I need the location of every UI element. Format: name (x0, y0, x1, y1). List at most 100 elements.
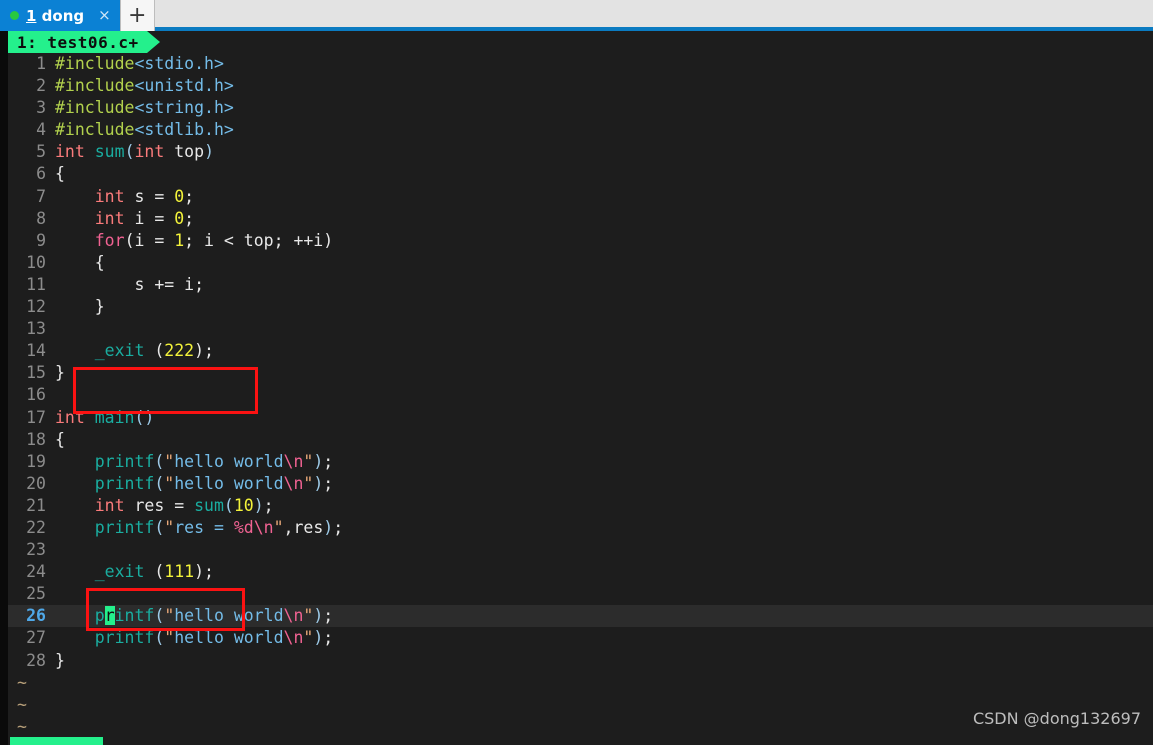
code-token: } (55, 650, 65, 670)
code-token: ; (184, 208, 195, 228)
code-line[interactable]: 21 int res = sum(10); (8, 495, 1153, 517)
code-text: printf("res = %d\n",res); (55, 517, 1153, 539)
code-line[interactable]: 20 printf("hello world\n"); (8, 473, 1153, 495)
code-line[interactable]: 23 (8, 539, 1153, 561)
code-token: } (55, 363, 65, 383)
code-token: ( (144, 341, 165, 361)
code-token: 1 (174, 230, 185, 250)
code-token: printf (94, 451, 155, 471)
tilde-marker: ~ (17, 672, 27, 692)
line-number: 23 (26, 540, 46, 560)
tab-accelerator: 1 (26, 6, 37, 25)
code-text: #include<stdlib.h> (55, 119, 1153, 141)
code-line[interactable]: 6{ (8, 163, 1153, 185)
code-token: #include (55, 76, 135, 96)
code-line[interactable]: 8 int i = 0; (8, 208, 1153, 230)
code-token: s += i; (55, 274, 205, 294)
code-token: ); (194, 562, 214, 582)
new-tab-button[interactable]: + (119, 0, 155, 31)
code-line[interactable]: 19 printf("hello world\n"); (8, 451, 1153, 473)
code-line[interactable]: 4 #include<stdlib.h> (8, 119, 1153, 141)
code-text: int s = 0; (55, 186, 1153, 208)
code-line[interactable]: 1 #include<stdio.h> (8, 53, 1153, 75)
code-text: #include<string.h> (55, 97, 1153, 119)
code-token: ( (154, 606, 165, 626)
code-token: () (134, 407, 155, 427)
code-text: #include<stdio.h> (55, 53, 1153, 75)
code-token: res = (124, 495, 195, 515)
line-number: 18 (26, 429, 46, 449)
line-number: 17 (26, 407, 46, 427)
code-line[interactable]: 5 int sum(int top) (8, 141, 1153, 163)
code-line[interactable]: 14 _exit (222); (8, 340, 1153, 362)
vim-tab-test06[interactable]: 1: test06.c+ (8, 31, 147, 53)
code-token: int (134, 142, 165, 162)
terminal-left-edge (0, 31, 8, 745)
code-line[interactable]: 9 for(i = 1; i < top; ++i) (8, 230, 1153, 252)
code-token: _exit (94, 341, 145, 361)
tab-bar-empty-area (154, 0, 1153, 31)
code-text: _exit (222); (55, 340, 1153, 362)
code-line[interactable]: 22 printf("res = %d\n",res); (8, 517, 1153, 539)
terminal-tab-bar: 1 dong × + (0, 0, 1153, 31)
buffer-filler-line: ~ (8, 672, 1153, 694)
code-line[interactable]: 24 _exit (111); (8, 561, 1153, 583)
code-token: _exit (94, 562, 145, 582)
code-token: " (164, 473, 175, 493)
code-line[interactable]: 11 s += i; (8, 274, 1153, 296)
code-token: (i = (124, 230, 175, 250)
code-line[interactable]: 2 #include<unistd.h> (8, 75, 1153, 97)
code-line[interactable]: 15} (8, 362, 1153, 384)
code-token: ) (323, 517, 334, 537)
watermark: CSDN @dong132697 (972, 709, 1141, 728)
code-text: { (55, 252, 1153, 274)
code-line[interactable]: 13 (8, 318, 1153, 340)
code-line[interactable]: 16 (8, 384, 1153, 406)
line-number: 3 (36, 98, 46, 118)
code-token: 0 (174, 186, 185, 206)
line-number: 22 (26, 517, 46, 537)
code-token: <unistd.h> (134, 76, 234, 96)
terminal-tab-dong[interactable]: 1 dong × (0, 0, 120, 31)
line-number: 8 (36, 208, 46, 228)
code-token: ; (263, 495, 274, 515)
code-token: " (164, 628, 175, 648)
code-token: int (94, 495, 125, 515)
code-token: sum (94, 142, 125, 162)
code-token: int (94, 208, 125, 228)
code-line[interactable]: 7 int s = 0; (8, 186, 1153, 208)
code-token: ) (204, 142, 214, 162)
code-buffer[interactable]: 1 #include<stdio.h> 2 #include<unistd.h> 3 #i… (8, 53, 1153, 738)
line-number: 20 (26, 473, 46, 493)
code-line[interactable]: 27 printf("hello world\n"); (8, 627, 1153, 649)
close-icon[interactable]: × (98, 8, 111, 23)
code-line[interactable]: 26 printf("hello world\n"); (8, 605, 1153, 628)
code-token: ) (313, 451, 324, 471)
code-line[interactable]: 25 (8, 583, 1153, 605)
code-token: printf (94, 628, 155, 648)
code-token: \n (283, 606, 304, 626)
line-number: 12 (26, 297, 46, 317)
code-line[interactable]: 10 { (8, 252, 1153, 274)
line-number: 28 (26, 650, 46, 670)
code-token: <stdio.h> (134, 54, 224, 73)
line-number: 4 (36, 120, 46, 140)
code-line[interactable]: 12 } (8, 296, 1153, 318)
code-line[interactable]: 17 int main() (8, 407, 1153, 429)
code-token: ,res (283, 517, 324, 537)
code-token: res = (174, 517, 234, 537)
code-line[interactable]: 18 { (8, 429, 1153, 451)
code-text: printf("hello world\n"); (55, 605, 1153, 627)
code-token: ; (323, 628, 334, 648)
code-line[interactable]: 3 #include<string.h> (8, 97, 1153, 119)
code-text: for(i = 1; i < top; ++i) (55, 230, 1153, 252)
vim-editor[interactable]: 1: test06.c+ 1 #include<stdio.h> 2 #include… (8, 31, 1153, 745)
code-token: hello world (174, 606, 284, 626)
code-line[interactable]: 28} (8, 650, 1153, 672)
code-token: ; (333, 517, 344, 537)
